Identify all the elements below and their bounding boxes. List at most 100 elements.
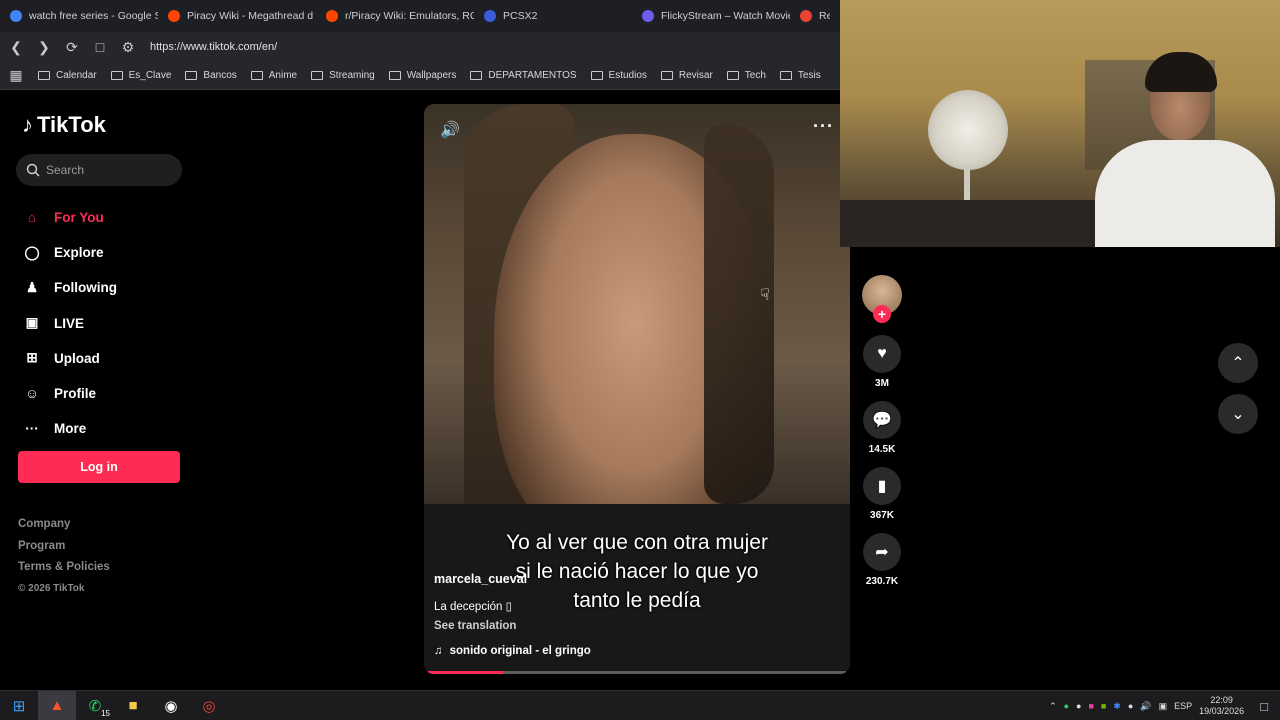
share-arrow-icon: ➦ [875, 544, 889, 561]
sidebar-item-profile[interactable]: ☺ Profile [22, 376, 117, 411]
bookmark-item[interactable]: Estudios [590, 70, 647, 81]
author-avatar[interactable]: + [862, 275, 902, 323]
tiktok-logo[interactable]: ♪ TikTok [22, 112, 106, 138]
bookmark-item[interactable]: Bancos [185, 70, 237, 81]
apps-grid-icon[interactable]: ▦ [4, 64, 28, 88]
obs-icon[interactable]: ◉ [152, 691, 190, 720]
login-button[interactable]: Log in [18, 451, 180, 483]
tab-title: r/Piracy Wiki: Emulators, RC [345, 10, 474, 22]
tray-language[interactable]: ESP [1174, 701, 1192, 711]
tray-network-icon[interactable]: ▣ [1159, 701, 1168, 712]
folder-icon [110, 71, 123, 80]
browser-tab[interactable]: Piracy Wiki - Megathread d [158, 0, 316, 32]
footer-program-link[interactable]: Program [18, 540, 110, 562]
browser-tab[interactable]: r/Piracy Wiki: Emulators, RC [316, 0, 474, 32]
video-player[interactable]: 🔊 ··· Yo al ver que con otra mujer si le… [424, 104, 850, 674]
like-button[interactable]: ♥ [863, 335, 901, 373]
notification-icon[interactable]: □ [1260, 699, 1268, 714]
sidebar-item-following[interactable]: ♟ Following [22, 270, 117, 305]
home-icon: ⌂ [27, 210, 37, 226]
chrome-icon[interactable]: ◎ [190, 691, 228, 720]
screen: watch free series - Google S Piracy Wiki … [0, 0, 1280, 720]
bookmark-item[interactable]: Wallpapers [388, 70, 456, 81]
next-video-button[interactable]: ⌄ [1218, 394, 1258, 434]
file-explorer-icon[interactable]: ■ [114, 691, 152, 720]
more-icon: ··· [25, 421, 39, 437]
back-icon[interactable]: ❮ [4, 35, 28, 59]
windows-start-icon[interactable]: ⊞ [0, 691, 38, 720]
bookmark-item[interactable]: Tesis [779, 70, 821, 81]
tray-mic-icon[interactable]: ● [1128, 701, 1133, 711]
chevron-down-icon: ⌄ [1231, 406, 1245, 423]
tab-title: FlickyStream – Watch Movie [661, 10, 790, 22]
upload-icon: ⊞ [26, 350, 38, 366]
webcam-person [1095, 52, 1275, 247]
sidebar-item-for-you[interactable]: ⌂ For You [22, 200, 117, 235]
tab-title: watch free series - Google S [29, 10, 158, 22]
search-icon [26, 163, 40, 177]
sidebar-item-more[interactable]: ··· More [22, 411, 117, 446]
tray-bluetooth-icon[interactable]: ✱ [1113, 701, 1121, 712]
sidebar-item-explore[interactable]: ◯ Explore [22, 235, 117, 270]
bookmark-item[interactable]: Streaming [311, 70, 375, 81]
browser-tab[interactable]: FlickyStream – Watch Movie [632, 0, 790, 32]
bookmark-icon[interactable]: □ [88, 35, 112, 59]
bookmark-item[interactable]: Calendar [38, 70, 97, 81]
search-placeholder: Search [46, 163, 85, 177]
bookmark-item[interactable]: Anime [250, 70, 298, 81]
reload-icon[interactable]: ⟳ [60, 35, 84, 59]
browser-tab[interactable]: watch free series - Google S [0, 0, 158, 32]
bookmark-item[interactable]: DEPARTAMENTOS [470, 70, 577, 81]
url-field[interactable]: https://www.tiktok.com/en/ [150, 41, 277, 53]
tray-nvidia-icon[interactable]: ■ [1101, 701, 1106, 711]
tray-whatsapp-icon[interactable]: ● [1064, 701, 1069, 711]
sidebar-item-live[interactable]: ▣ LIVE [22, 306, 117, 341]
bookmarks-bar: ▦ Calendar Es_Clave Bancos Anime Streaming Wa… [0, 62, 840, 90]
volume-icon[interactable]: 🔊 [440, 120, 460, 140]
bookmark-item[interactable]: Es_Clave [110, 70, 172, 81]
bookmark-item[interactable]: Tech [726, 70, 766, 81]
follow-plus-icon[interactable]: + [873, 305, 891, 323]
bookmark-label: Tesis [797, 70, 821, 81]
brave-browser-icon[interactable]: ▲ [38, 690, 76, 720]
tray-chevron-up-icon[interactable]: ⌃ [1049, 701, 1057, 712]
like-count: 3M [875, 378, 889, 389]
video-author[interactable]: marcela_cueval [434, 572, 527, 586]
share-button[interactable]: ➦ [863, 533, 901, 571]
previous-video-button[interactable]: ⌃ [1218, 343, 1258, 383]
browser-tab[interactable]: PCSX2 [474, 0, 632, 32]
search-input[interactable]: Search [16, 154, 182, 186]
tray-discord-icon[interactable]: ● [1076, 701, 1081, 711]
save-button[interactable]: ▮ [863, 467, 901, 505]
footer-company-link[interactable]: Company [18, 518, 110, 540]
site-info-icon[interactable]: ⚙ [116, 35, 140, 59]
folder-icon [779, 71, 792, 80]
comment-button[interactable]: 💬 [863, 401, 901, 439]
see-translation-link[interactable]: See translation [434, 620, 516, 632]
sidebar-item-label: Upload [54, 350, 100, 366]
forward-icon[interactable]: ❯ [32, 35, 56, 59]
tab-title: Rec [819, 10, 830, 22]
tray-date: 19/03/2026 [1199, 706, 1245, 716]
save-count: 367K [870, 510, 894, 521]
bookmark-flag-icon: ▮ [877, 478, 887, 495]
tray-app-icon[interactable]: ■ [1088, 701, 1093, 711]
bookmark-item[interactable]: Revisar [660, 70, 713, 81]
tab-favicon-icon [484, 10, 496, 22]
whatsapp-icon[interactable]: ✆ 15 [76, 691, 114, 720]
tray-volume-icon[interactable]: 🔊 [1140, 701, 1151, 712]
footer-terms-link[interactable]: Terms & Policies [18, 561, 110, 583]
tray-clock[interactable]: 22:09 19/03/2026 [1199, 695, 1244, 717]
whatsapp-badge: 15 [101, 708, 110, 718]
bookmark-label: Es_Clave [128, 70, 172, 81]
tiktok-logo-text: TikTok [37, 112, 106, 137]
video-progress-bar[interactable] [428, 671, 846, 674]
video-sound[interactable]: ♫ sonido original - el gringo [434, 645, 591, 657]
bookmark-label: Anime [268, 70, 298, 81]
more-options-icon[interactable]: ··· [813, 116, 834, 137]
bookmark-label: Tech [744, 70, 766, 81]
tab-favicon-icon [642, 10, 654, 22]
sidebar-item-upload[interactable]: ⊞ Upload [22, 341, 117, 376]
tab-favicon-icon [10, 10, 22, 22]
browser-tab[interactable]: Rec [790, 0, 830, 32]
